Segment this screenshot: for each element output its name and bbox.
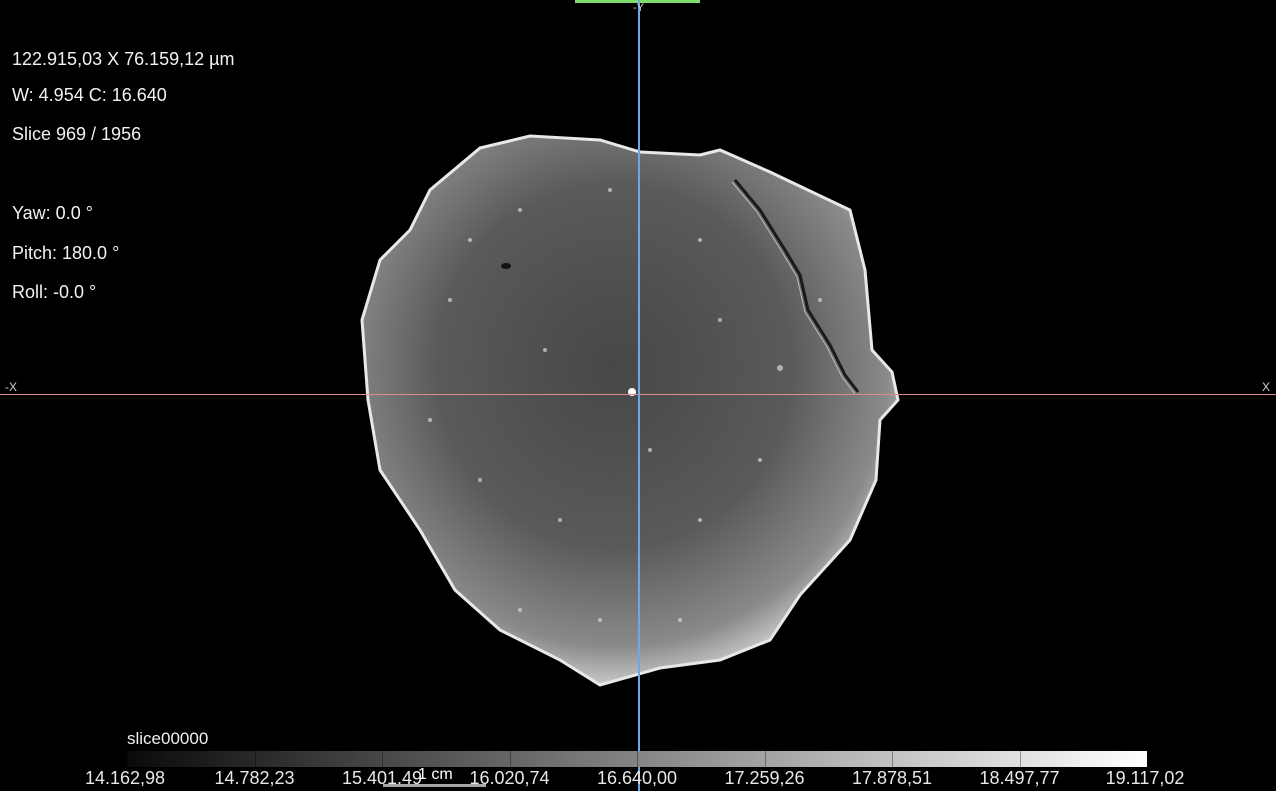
colorbar-tick xyxy=(509,751,511,767)
slice-readout: Slice 969 / 1956 xyxy=(12,124,142,144)
pitch-readout: Pitch: 180.0 ° xyxy=(12,243,120,263)
colorbar-tick xyxy=(127,751,128,767)
ct-slice-viewport[interactable]: -X X -Y 122.915,03 X 76.159,12 µm W: 4.9… xyxy=(0,0,1276,791)
scale-bar xyxy=(383,784,486,787)
vertical-crosshair[interactable] xyxy=(638,0,640,791)
specimen-particle xyxy=(360,134,900,687)
axis-label-neg-x: -X xyxy=(5,380,17,394)
colorbar-tick-label: 16.640,00 xyxy=(596,768,678,788)
scale-bar-label: 1 cm xyxy=(418,766,453,783)
window-center-readout: W: 4.954 C: 16.640 xyxy=(12,85,167,105)
colorbar-tick-label: 18.497,77 xyxy=(979,768,1060,788)
colorbar-tick xyxy=(382,751,383,767)
colorbar-tick xyxy=(254,751,256,767)
colorbar-tick xyxy=(1147,751,1148,767)
colorbar-tick-label: 19.117,02 xyxy=(1105,768,1185,788)
colorbar-tick-label: 17.878,51 xyxy=(851,768,933,788)
colorbar-tick xyxy=(892,751,893,767)
dimensions-readout: 122.915,03 X 76.159,12 µm xyxy=(12,49,235,69)
colorbar-tick-label: 14.162,98 xyxy=(84,768,166,788)
roll-readout: Roll: -0.0 ° xyxy=(12,282,97,302)
colorbar-tick xyxy=(1019,751,1021,767)
colorbar-tick xyxy=(637,751,638,767)
colorbar-tick xyxy=(764,751,766,767)
colorbar-title: slice00000 xyxy=(127,729,209,748)
yaw-readout: Yaw: 0.0 ° xyxy=(12,203,93,223)
colorbar-tick-label: 14.782,23 xyxy=(214,768,295,788)
axis-label-neg-y: -Y xyxy=(633,2,644,14)
colorbar-tick-label: 17.259,26 xyxy=(724,768,805,788)
axis-label-pos-x: X xyxy=(1262,380,1271,394)
